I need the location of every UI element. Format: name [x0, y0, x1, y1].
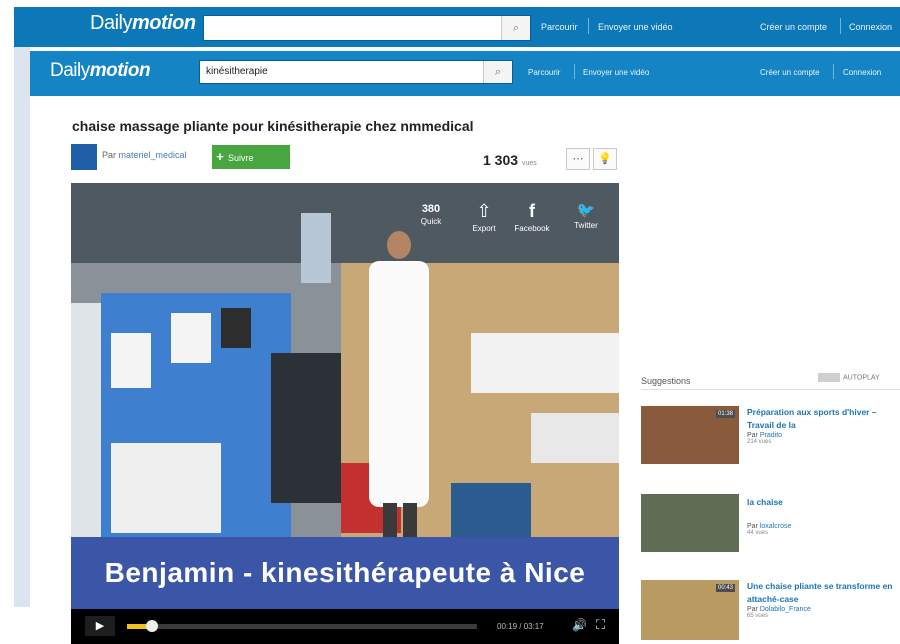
- suggestion-views: 65 vues: [747, 613, 769, 619]
- share-quick[interactable]: 380 Quick: [413, 203, 449, 226]
- share-twitter-label: Twitter: [574, 221, 598, 230]
- suggestion-thumbnail[interactable]: 01:38: [641, 406, 739, 464]
- channel-link[interactable]: materiel_medical: [119, 150, 187, 160]
- suggestion-duration: 00:43: [715, 584, 735, 592]
- suggestion-title[interactable]: Une chaise pliante se transforme en atta…: [747, 580, 897, 606]
- nav-divider: [574, 64, 575, 79]
- suggestions-heading: Suggestions: [641, 376, 691, 386]
- back-search-input[interactable]: [204, 20, 216, 32]
- create-account-link[interactable]: Créer un compte: [760, 68, 820, 77]
- back-nav-parcourir[interactable]: Parcourir: [541, 22, 578, 32]
- search-box[interactable]: kinésitherapie ⌕: [199, 60, 513, 84]
- share-export[interactable]: ⇧ Export: [466, 201, 502, 233]
- back-nav-divider: [588, 18, 589, 34]
- search-icon[interactable]: ⌕: [483, 61, 512, 83]
- quick-icon: 380: [421, 203, 441, 215]
- back-nav-upload[interactable]: Envoyer une vidéo: [598, 22, 673, 32]
- volume-icon[interactable]: 🔊: [572, 618, 587, 632]
- video-title: chaise massage pliante pour kinésitherap…: [72, 118, 474, 134]
- login-link[interactable]: Connexion: [843, 68, 881, 77]
- autoplay-label: AUTOPLAY: [843, 374, 880, 382]
- suggestion-views: 214 vues: [747, 439, 772, 445]
- more-options-icon[interactable]: ⋯: [566, 148, 590, 170]
- share-facebook-label: Facebook: [514, 224, 550, 233]
- suggestion-views: 44 vues: [747, 530, 769, 536]
- suggestion-byline: Par loxalcrose: [747, 523, 897, 530]
- time-display: 00:19 / 03:17: [497, 622, 544, 631]
- suggestion-channel[interactable]: Dolabilo_France: [760, 606, 811, 613]
- back-search-box[interactable]: ⌕: [203, 15, 531, 41]
- follow-button[interactable]: + Suivre: [212, 145, 290, 169]
- suggestion-item[interactable]: la chaise Par loxalcrose 44 vues: [641, 494, 900, 556]
- share-export-label: Export: [472, 224, 496, 233]
- facebook-icon: f: [529, 201, 535, 221]
- back-logo-text-b: motion: [131, 12, 196, 34]
- seek-bar[interactable]: [127, 620, 477, 632]
- suggestion-byline: Par Dolabilo_France: [747, 606, 897, 613]
- view-count-unit: vues: [521, 160, 537, 167]
- video-caption-text: Benjamin - kinesithérapeute à Nice: [104, 557, 586, 588]
- suggestion-by-prefix: Par: [747, 523, 758, 530]
- suggestion-by-prefix: Par: [747, 432, 758, 439]
- video-frame: [71, 183, 619, 537]
- autoplay-toggle[interactable]: AUTOPLAY: [818, 373, 880, 382]
- view-count: 1 303 vues: [483, 152, 537, 168]
- twitter-icon: 🐦: [576, 202, 596, 219]
- search-input[interactable]: kinésitherapie: [200, 66, 274, 77]
- back-search-icon[interactable]: ⌕: [501, 16, 530, 40]
- nav-parcourir[interactable]: Parcourir: [528, 68, 560, 77]
- suggestion-title[interactable]: Préparation aux sports d'hiver – Travail…: [747, 406, 897, 432]
- suggestion-thumbnail[interactable]: 00:43: [641, 580, 739, 640]
- suggestion-channel[interactable]: loxalcrose: [760, 523, 792, 530]
- fullscreen-icon[interactable]: ⛶: [596, 617, 605, 633]
- logo-text-a: Daily: [50, 60, 90, 81]
- logo[interactable]: Dailymotion: [50, 60, 151, 82]
- suggestion-duration: 01:38: [715, 410, 735, 418]
- channel-avatar[interactable]: [71, 144, 97, 170]
- share-quick-label: Quick: [420, 217, 442, 226]
- nav-divider-2: [833, 64, 834, 79]
- seek-handle[interactable]: [145, 620, 158, 632]
- suggestion-by-prefix: Par: [747, 606, 758, 613]
- toggle-switch-icon: [818, 373, 840, 382]
- nav-upload[interactable]: Envoyer une vidéo: [583, 68, 649, 77]
- back-login-link[interactable]: Connexion: [849, 22, 892, 32]
- view-count-number: 1 303: [483, 152, 519, 168]
- suggestions-divider: [641, 389, 900, 390]
- share-twitter[interactable]: 🐦 Twitter: [566, 201, 606, 230]
- channel-byline: Par materiel_medical: [102, 150, 187, 160]
- back-create-account-link[interactable]: Créer un compte: [760, 22, 827, 32]
- export-icon: ⇧: [476, 201, 492, 221]
- suggestion-thumbnail[interactable]: [641, 494, 739, 552]
- video-caption-banner: Benjamin - kinesithérapeute à Nice: [71, 537, 619, 609]
- suggestion-item[interactable]: 01:38 Préparation aux sports d'hiver – T…: [641, 406, 900, 476]
- video-player[interactable]: 380 Quick ⇧ Export f Facebook 🐦 Twitter …: [71, 183, 619, 644]
- back-logo[interactable]: Dailymotion: [90, 12, 196, 35]
- plus-icon: +: [216, 149, 224, 164]
- suggestion-title[interactable]: la chaise: [747, 496, 897, 509]
- play-icon[interactable]: ▶: [85, 616, 115, 636]
- suggestion-item[interactable]: 00:43 Une chaise pliante se transforme e…: [641, 580, 900, 644]
- suggestion-byline: Par Pradito: [747, 432, 897, 439]
- share-facebook[interactable]: f Facebook: [511, 201, 553, 233]
- suggestion-channel[interactable]: Pradito: [760, 432, 782, 439]
- player-controls: ▶ 00:19 / 03:17 🔊 ⛶: [71, 609, 619, 644]
- follow-label: Suivre: [228, 153, 254, 163]
- back-nav-divider-2: [840, 18, 841, 34]
- lightbulb-icon[interactable]: 💡: [593, 148, 617, 170]
- channel-prefix: Par: [102, 150, 117, 160]
- back-logo-text-a: Daily: [90, 12, 132, 34]
- side-strip: [14, 47, 30, 607]
- logo-text-b: motion: [89, 60, 151, 81]
